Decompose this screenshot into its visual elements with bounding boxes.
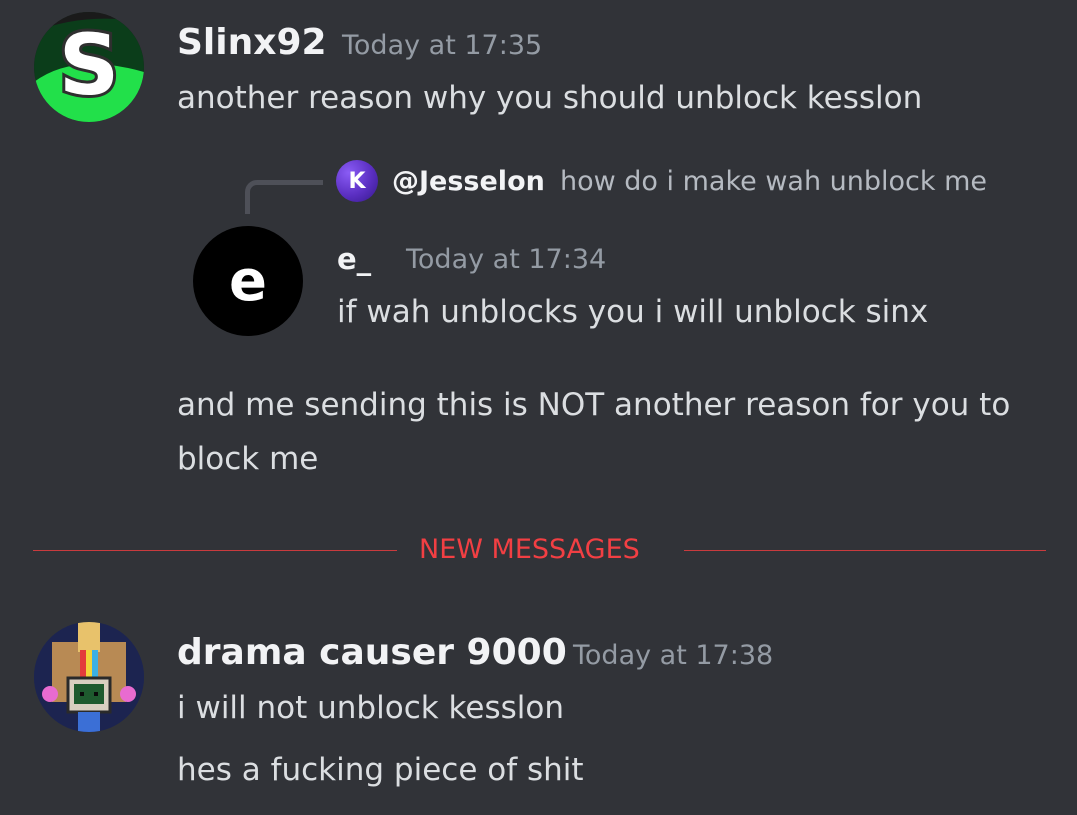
quoted-username[interactable]: e_ xyxy=(337,240,371,278)
new-messages-label: NEW MESSAGES xyxy=(419,534,640,565)
message-text: another reason why you should unblock ke… xyxy=(177,80,923,116)
avatar-drama-causer[interactable] xyxy=(34,622,144,732)
timestamp: Today at 17:35 xyxy=(342,30,543,61)
avatar-letter: e xyxy=(229,248,267,314)
slinx-s-logo-icon: S xyxy=(34,12,144,122)
divider-line-right xyxy=(684,550,1046,551)
followup-message: and me sending this is NOT another reaso… xyxy=(177,387,1011,477)
reply-preview[interactable]: how do i make wah unblock me xyxy=(560,164,987,200)
reply-avatar[interactable]: K xyxy=(336,160,378,202)
svg-text:S: S xyxy=(59,16,120,114)
timestamp: Today at 17:38 xyxy=(573,640,774,671)
message-text: hes a fucking piece of shit xyxy=(177,752,584,788)
reply-avatar-letter: K xyxy=(348,168,366,194)
quoted-text: if wah unblocks you i will unblock sinx xyxy=(337,294,929,330)
avatar-slinx92[interactable]: S xyxy=(34,12,144,122)
username[interactable]: drama causer 9000 xyxy=(177,630,567,676)
message-text: i will not unblock kesslon xyxy=(177,690,564,726)
reply-author[interactable]: @Jesselon xyxy=(392,164,545,200)
reply-spine xyxy=(245,180,323,214)
quoted-timestamp: Today at 17:34 xyxy=(406,244,607,275)
pixel-robot-avatar-icon xyxy=(34,622,144,732)
avatar-e[interactable]: e xyxy=(193,226,303,336)
username[interactable]: Slinx92 xyxy=(177,20,327,66)
chat-view: S Slinx92 Today at 17:35 another reason … xyxy=(0,0,1077,815)
divider-line-left xyxy=(33,550,397,551)
